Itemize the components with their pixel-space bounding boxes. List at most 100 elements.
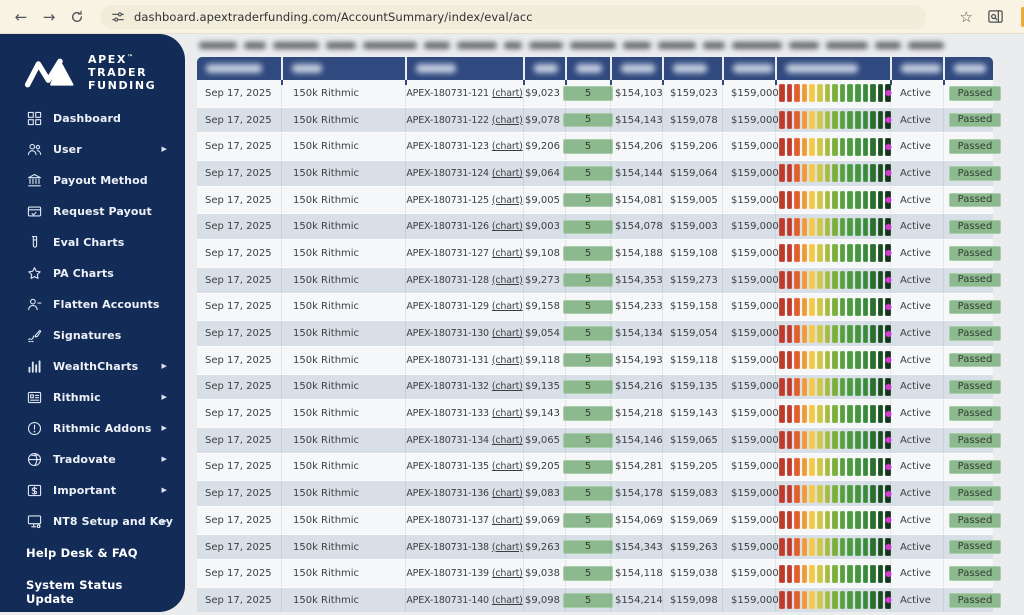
cell-days: 5 <box>563 321 613 346</box>
days-badge: 5 <box>563 352 613 368</box>
days-badge: 5 <box>563 86 613 101</box>
meter-marker-icon <box>884 223 892 231</box>
meter-segment <box>794 217 800 236</box>
meter-segment <box>854 564 861 583</box>
chart-link[interactable]: (chart) <box>492 381 523 392</box>
cell-pnl: $9,206 <box>523 133 565 161</box>
cell-status: Active <box>890 293 943 321</box>
progress-meter <box>776 164 892 183</box>
meter-segment <box>832 271 838 290</box>
chart-link[interactable]: (chart) <box>492 515 523 526</box>
sidebar-item-pa-charts[interactable]: PA Charts <box>0 258 185 289</box>
table-header-cell[interactable] <box>523 57 565 85</box>
sidebar-item-important[interactable]: Important ▶ <box>0 475 185 506</box>
meter-segment <box>847 591 853 610</box>
table-header-cell[interactable] <box>565 57 610 85</box>
cell-days: 5 <box>563 214 613 240</box>
chart-link[interactable]: (chart) <box>492 168 523 179</box>
meter-segment <box>870 297 876 316</box>
reload-button[interactable] <box>66 6 88 28</box>
cell-status: Active <box>890 481 943 506</box>
chevron-right-icon: ▶ <box>161 424 167 433</box>
meter-segment <box>809 137 815 156</box>
chart-link[interactable]: (chart) <box>492 275 523 286</box>
meter-segment <box>832 538 838 557</box>
sidebar-item-rithmic-addons[interactable]: Rithmic Addons ▶ <box>0 413 185 444</box>
progress-meter <box>776 511 892 530</box>
chart-link[interactable]: (chart) <box>492 568 523 579</box>
chart-link[interactable]: (chart) <box>492 301 523 312</box>
chart-link[interactable]: (chart) <box>492 141 523 152</box>
days-badge: 5 <box>563 459 613 475</box>
sidebar-link-help-desk-faq[interactable]: Help Desk & FAQ <box>0 537 185 569</box>
sidebar-link-system-status-update[interactable]: System Status Update <box>0 569 185 615</box>
meter-marker-icon <box>884 463 892 471</box>
chart-link[interactable]: (chart) <box>492 248 523 259</box>
table-header-cell[interactable] <box>281 57 405 85</box>
sidebar-item-signatures[interactable]: Signatures <box>0 320 185 351</box>
chart-link[interactable]: (chart) <box>492 115 523 126</box>
cell-pnl: $9,205 <box>523 453 565 481</box>
sidebar-item-user[interactable]: User ▶ <box>0 134 185 165</box>
cell-status: Active <box>890 400 943 427</box>
chart-link[interactable]: (chart) <box>492 88 523 99</box>
meter-segment <box>816 84 823 103</box>
cell-plan: 150k Rithmic <box>281 240 405 267</box>
chart-link[interactable]: (chart) <box>492 488 523 499</box>
forward-button[interactable]: → <box>38 6 60 28</box>
table-row: Sep 17, 2025 150k Rithmic APEX-180731-140(… <box>197 587 1001 612</box>
chart-link[interactable]: (chart) <box>492 542 523 553</box>
table-header-cell[interactable] <box>610 57 662 85</box>
meter-segment <box>870 111 876 130</box>
chart-link[interactable]: (chart) <box>492 595 523 606</box>
meter-segment <box>870 324 876 343</box>
table-header-cell[interactable] <box>943 57 993 85</box>
bookmark-star-icon[interactable]: ☆ <box>960 8 973 26</box>
table-header-cell[interactable] <box>890 57 943 85</box>
sidebar-item-dashboard[interactable]: Dashboard <box>0 103 185 134</box>
days-badge: 5 <box>563 112 613 128</box>
chart-link[interactable]: (chart) <box>492 221 523 232</box>
back-button[interactable]: ← <box>10 6 32 28</box>
meter-segment <box>824 377 831 396</box>
table-header-cell[interactable] <box>722 57 775 85</box>
sidebar-item-tradovate[interactable]: Tradovate ▶ <box>0 444 185 475</box>
table-header-cell[interactable] <box>662 57 722 85</box>
meter-segment <box>854 324 861 343</box>
cell-start-date: Sep 17, 2025 <box>205 541 272 553</box>
meter-segment <box>870 217 876 236</box>
table-header-cell[interactable] <box>405 57 523 85</box>
site-info-icon[interactable] <box>111 10 125 24</box>
meter-segment <box>779 244 785 263</box>
chart-link[interactable]: (chart) <box>492 355 523 366</box>
sidebar-item-payout-method[interactable]: Payout Method <box>0 165 185 196</box>
side-panel-search-icon[interactable] <box>987 8 1004 25</box>
url-bar[interactable]: dashboard.apextraderfunding.com/AccountS… <box>100 4 926 29</box>
meter-segment <box>854 538 861 557</box>
chart-link[interactable]: (chart) <box>492 328 523 339</box>
table-header-cell[interactable] <box>197 57 281 80</box>
chart-link[interactable]: (chart) <box>492 461 523 472</box>
meter-segment <box>809 164 815 183</box>
table-header-cell[interactable] <box>775 57 890 85</box>
sidebar-item-flatten-accounts[interactable]: Flatten Accounts <box>0 289 185 320</box>
sidebar-item-nt8-setup-and-key[interactable]: NT8 Setup and Key ▶ <box>0 506 185 537</box>
meter-segment <box>847 484 853 503</box>
sidebar-item-request-payout[interactable]: Request Payout <box>0 196 185 227</box>
meter-segment <box>877 271 884 290</box>
sidebar-item-eval-charts[interactable]: Eval Charts <box>0 227 185 258</box>
meter-segment <box>870 591 876 610</box>
chart-link[interactable]: (chart) <box>492 195 523 206</box>
chart-link[interactable]: (chart) <box>492 435 523 446</box>
cell-plan: 150k Rithmic <box>281 346 405 374</box>
meter-segment <box>794 457 800 476</box>
sidebar-item-rithmic[interactable]: Rithmic ▶ <box>0 382 185 413</box>
cell-plan: 150k Rithmic <box>281 507 405 534</box>
meter-segment <box>824 164 831 183</box>
meter-segment <box>779 217 785 236</box>
table-row: Sep 17, 2025 150k Rithmic APEX-180731-121(… <box>197 80 1001 107</box>
sidebar-item-wealthcharts[interactable]: WealthCharts ▶ <box>0 351 185 382</box>
chart-link[interactable]: (chart) <box>492 408 523 419</box>
apex-logo[interactable]: APEX™ TRADER FUNDING <box>0 34 185 93</box>
cell-progress-meter <box>775 214 892 240</box>
